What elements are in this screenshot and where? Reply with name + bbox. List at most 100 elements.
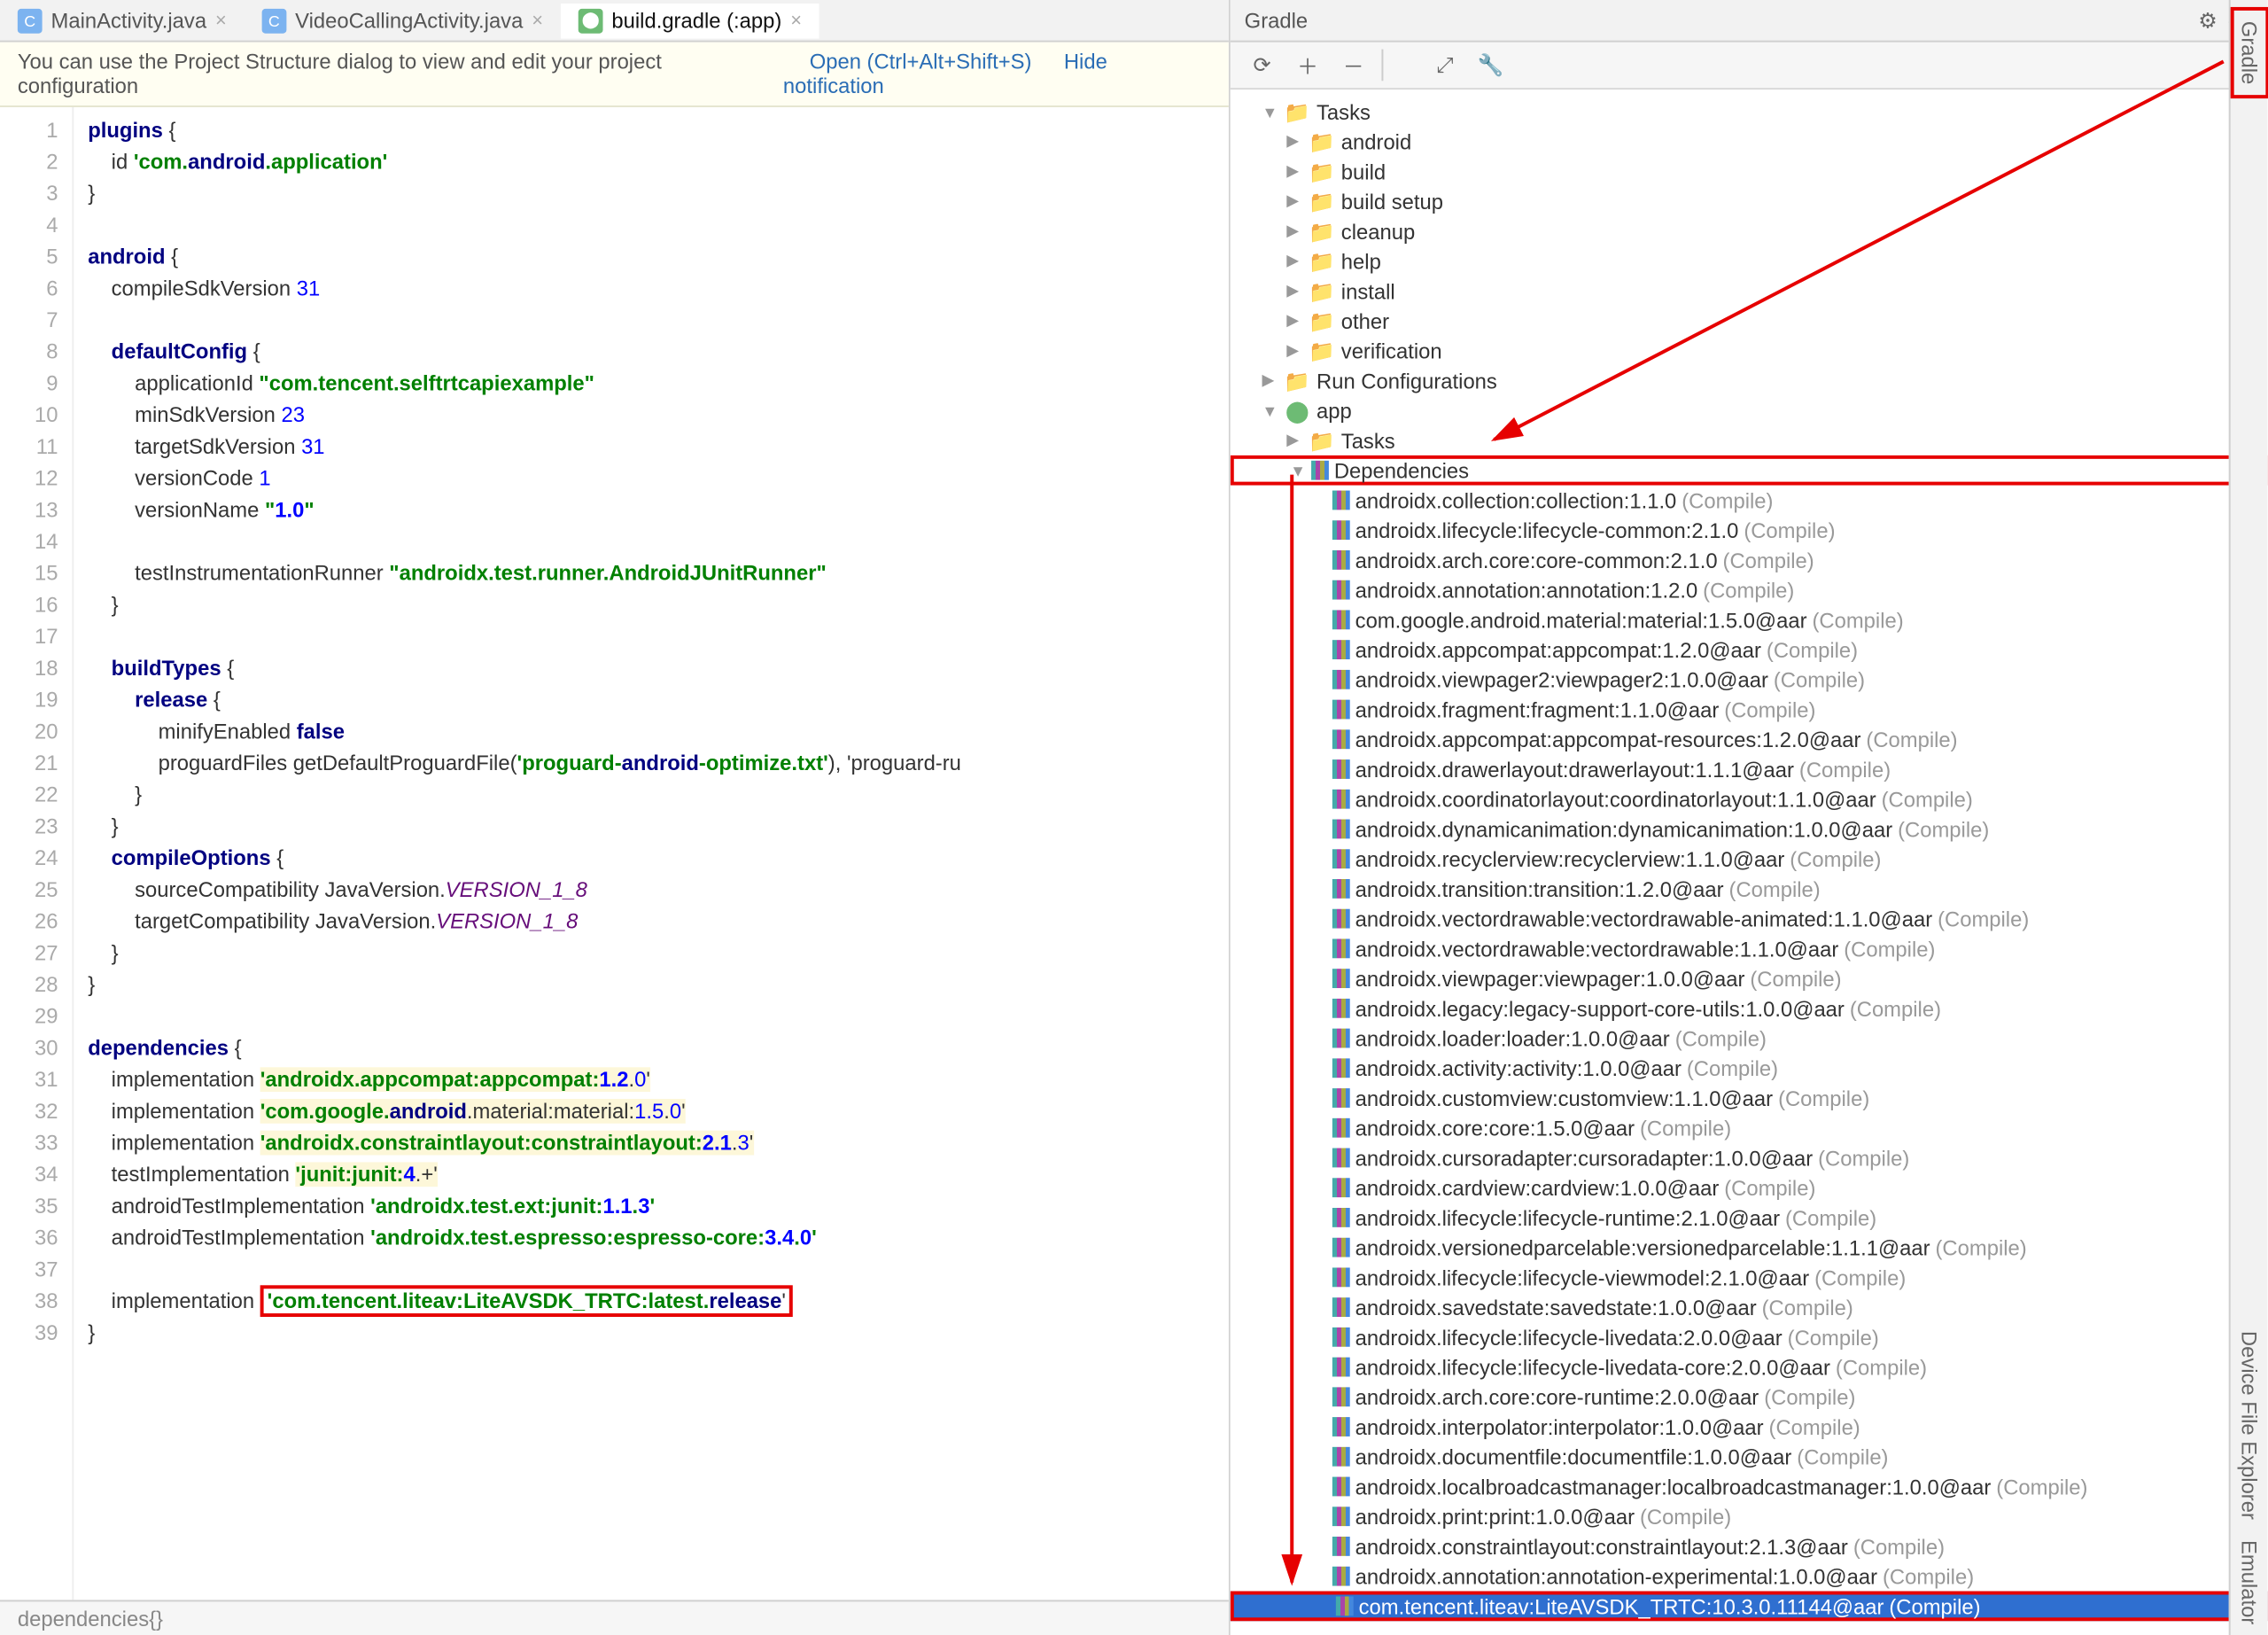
tree-node[interactable]: androidx.annotation:annotation:1.2.0(Com… — [1231, 575, 2268, 605]
library-icon — [1332, 1178, 1350, 1197]
folder-icon: 📁 — [1283, 99, 1311, 124]
gradle-tree[interactable]: ▼📁Tasks▶📁android▶📁build▶📁build setup▶📁cl… — [1231, 90, 2268, 1635]
tree-node[interactable]: androidx.core:core:1.5.0@aar(Compile) — [1231, 1113, 2268, 1143]
library-icon — [1332, 1029, 1350, 1048]
gear-icon[interactable]: ⚙ — [2194, 6, 2222, 35]
folder-icon: 📁 — [1308, 308, 1336, 333]
code-editor[interactable]: 1234567891011121314151617181920212223242… — [0, 107, 1229, 1600]
tree-node[interactable]: androidx.recyclerview:recyclerview:1.1.0… — [1231, 844, 2268, 874]
tree-node[interactable]: androidx.lifecycle:lifecycle-common:2.1.… — [1231, 515, 2268, 545]
library-icon — [1332, 550, 1350, 570]
tree-node[interactable]: androidx.appcompat:appcompat:1.2.0@aar(C… — [1231, 635, 2268, 665]
library-icon — [1332, 909, 1350, 929]
tree-node[interactable]: ▼⬤app — [1231, 395, 2268, 425]
tree-node[interactable]: androidx.customview:customview:1.1.0@aar… — [1231, 1083, 2268, 1113]
tree-node[interactable]: androidx.collection:collection:1.1.0(Com… — [1231, 486, 2268, 516]
library-icon — [1332, 879, 1350, 899]
library-icon — [1332, 670, 1350, 689]
close-icon[interactable]: × — [532, 10, 543, 31]
tree-node[interactable]: ▶📁Run Configurations — [1231, 366, 2268, 396]
tree-node[interactable]: ▶📁install — [1231, 276, 2268, 306]
folder-icon: 📁 — [1308, 189, 1336, 214]
emulator-tab[interactable]: Emulator — [2233, 1530, 2265, 1635]
tree-node[interactable]: androidx.vectordrawable:vectordrawable-a… — [1231, 904, 2268, 934]
library-icon — [1332, 1387, 1350, 1406]
tree-node[interactable]: androidx.drawerlayout:drawerlayout:1.1.1… — [1231, 754, 2268, 784]
tree-node[interactable]: androidx.cardview:cardview:1.0.0@aar(Com… — [1231, 1172, 2268, 1203]
tree-node[interactable]: androidx.versionedparcelable:versionedpa… — [1231, 1233, 2268, 1263]
library-icon — [1332, 849, 1350, 868]
hint-text: You can use the Project Structure dialog… — [18, 50, 783, 99]
tree-node[interactable]: androidx.print:print:1.0.0@aar(Compile) — [1231, 1501, 2268, 1531]
library-icon — [1332, 1358, 1350, 1377]
folder-icon: 📁 — [1308, 249, 1336, 274]
tree-node[interactable]: ▶📁build — [1231, 157, 2268, 187]
tree-node[interactable]: androidx.annotation:annotation-experimen… — [1231, 1561, 2268, 1592]
library-icon — [1332, 1088, 1350, 1108]
tree-node[interactable]: ▶📁cleanup — [1231, 216, 2268, 246]
tree-node[interactable]: androidx.transition:transition:1.2.0@aar… — [1231, 874, 2268, 904]
tree-node[interactable]: androidx.dynamicanimation:dynamicanimati… — [1231, 814, 2268, 845]
tree-node[interactable]: androidx.arch.core:core-common:2.1.0(Com… — [1231, 545, 2268, 575]
gradle-icon: ⬤ — [1283, 398, 1311, 423]
folder-icon: 📁 — [1308, 219, 1336, 244]
tree-node[interactable]: androidx.lifecycle:lifecycle-livedata:2.… — [1231, 1322, 2268, 1352]
library-icon — [1332, 1208, 1350, 1227]
open-project-structure-link[interactable]: Open (Ctrl+Alt+Shift+S) — [810, 50, 1032, 74]
editor-tab[interactable]: ⬤build.gradle (:app)× — [561, 3, 819, 38]
java-file-icon: C — [261, 8, 286, 33]
library-icon — [1332, 640, 1350, 659]
close-icon[interactable]: × — [215, 10, 227, 31]
library-icon — [1332, 759, 1350, 779]
tree-node[interactable]: ▶📁Tasks — [1231, 425, 2268, 455]
library-icon — [1332, 729, 1350, 749]
tree-node[interactable]: androidx.appcompat:appcompat-resources:1… — [1231, 724, 2268, 754]
tree-node[interactable]: ▶📁build setup — [1231, 186, 2268, 216]
tree-node[interactable]: androidx.vectordrawable:vectordrawable:1… — [1231, 934, 2268, 964]
tree-node[interactable]: androidx.lifecycle:lifecycle-viewmodel:2… — [1231, 1263, 2268, 1293]
tree-node[interactable]: androidx.fragment:fragment:1.1.0@aar(Com… — [1231, 695, 2268, 725]
tree-node[interactable]: ▶📁help — [1231, 246, 2268, 276]
library-icon — [1311, 461, 1329, 480]
gradle-toolbar: ⟳ ＋ － ⤢ 🔧 — [1231, 43, 2268, 90]
folder-icon: 📁 — [1308, 160, 1336, 184]
tree-node[interactable]: androidx.cursoradapter:cursoradapter:1.0… — [1231, 1143, 2268, 1173]
library-icon — [1332, 1297, 1350, 1317]
tree-node[interactable]: ▶📁verification — [1231, 336, 2268, 366]
expand-icon[interactable]: ⤢ — [1427, 50, 1463, 82]
tree-node[interactable]: ▼📁Tasks — [1231, 97, 2268, 127]
library-icon — [1332, 580, 1350, 600]
minus-icon[interactable]: － — [1336, 50, 1371, 82]
tree-node[interactable]: androidx.documentfile:documentfile:1.0.0… — [1231, 1442, 2268, 1472]
tree-node[interactable]: androidx.lifecycle:lifecycle-runtime:2.1… — [1231, 1203, 2268, 1233]
tree-node[interactable]: androidx.viewpager2:viewpager2:1.0.0@aar… — [1231, 665, 2268, 695]
tree-node[interactable]: androidx.loader:loader:1.0.0@aar(Compile… — [1231, 1024, 2268, 1054]
tree-node[interactable]: androidx.savedstate:savedstate:1.0.0@aar… — [1231, 1292, 2268, 1322]
tree-node[interactable]: androidx.arch.core:core-runtime:2.0.0@aa… — [1231, 1382, 2268, 1412]
tree-node[interactable]: androidx.localbroadcastmanager:localbroa… — [1231, 1472, 2268, 1502]
editor-tab[interactable]: CMainActivity.java× — [0, 3, 245, 38]
dependencies-node[interactable]: ▼Dependencies — [1231, 455, 2268, 486]
tree-node[interactable]: ▶📁other — [1231, 306, 2268, 336]
tree-node[interactable]: androidx.viewpager:viewpager:1.0.0@aar(C… — [1231, 963, 2268, 993]
tree-node[interactable]: androidx.interpolator:interpolator:1.0.0… — [1231, 1412, 2268, 1442]
gradle-file-icon: ⬤ — [579, 8, 603, 33]
tree-node[interactable]: androidx.coordinatorlayout:coordinatorla… — [1231, 784, 2268, 814]
device-file-explorer-tab[interactable]: Device File Explorer — [2233, 1320, 2265, 1530]
tree-node[interactable]: androidx.activity:activity:1.0.0@aar(Com… — [1231, 1053, 2268, 1083]
tree-node[interactable]: androidx.constraintlayout:constraintlayo… — [1231, 1531, 2268, 1561]
wrench-icon[interactable]: 🔧 — [1473, 50, 1509, 82]
tree-node[interactable]: com.tencent.liteav:LiteAVSDK_TRTC:10.3.0… — [1231, 1592, 2268, 1622]
project-structure-hint-bar: You can use the Project Structure dialog… — [0, 43, 1229, 107]
tree-node[interactable]: androidx.legacy:legacy-support-core-util… — [1231, 993, 2268, 1024]
tree-node[interactable]: com.google.android.material:material:1.5… — [1231, 604, 2268, 635]
tree-node[interactable]: ▶📁android — [1231, 127, 2268, 157]
refresh-icon[interactable]: ⟳ — [1245, 50, 1280, 82]
gradle-tool-tab[interactable]: Gradle — [2230, 7, 2268, 98]
plus-icon[interactable]: ＋ — [1290, 50, 1325, 82]
library-icon — [1332, 1417, 1350, 1436]
close-icon[interactable]: × — [790, 10, 802, 31]
library-icon — [1332, 1477, 1350, 1497]
editor-tab[interactable]: CVideoCallingActivity.java× — [245, 3, 561, 38]
tree-node[interactable]: androidx.lifecycle:lifecycle-livedata-co… — [1231, 1352, 2268, 1382]
